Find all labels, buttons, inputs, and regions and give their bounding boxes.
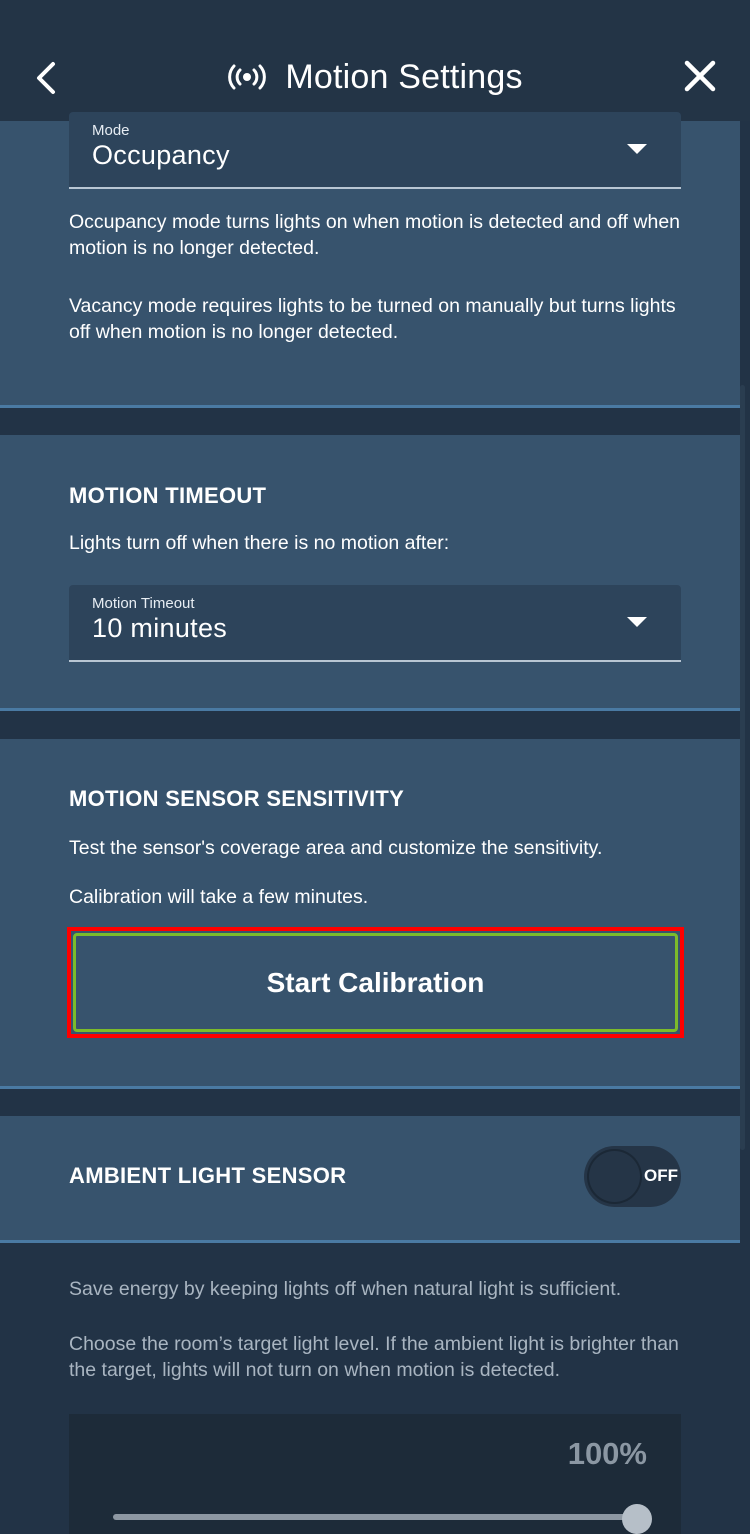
motion-timeout-value: 10 minutes	[92, 613, 228, 643]
title-group: Motion Settings	[0, 52, 750, 102]
ambient-light-description: Save energy by keeping lights off when n…	[69, 1278, 622, 1300]
caret-down-icon	[627, 617, 647, 627]
light-level-slider-track[interactable]	[113, 1514, 647, 1520]
target-level-description: Choose the room’s target light level. If…	[69, 1333, 679, 1381]
close-icon	[684, 60, 716, 92]
scrollbar[interactable]	[740, 385, 745, 1150]
page-title: Motion Settings	[285, 57, 523, 96]
caret-down-icon	[627, 144, 647, 154]
calibration-highlight: Start Calibration	[67, 927, 684, 1038]
toggle-knob	[587, 1149, 642, 1204]
sensitivity-heading: MOTION SENSOR SENSITIVITY	[69, 786, 405, 811]
mode-dropdown-label: Mode	[92, 122, 130, 139]
vacancy-description: Vacancy mode requires lights to be turne…	[69, 295, 676, 343]
close-button[interactable]	[678, 54, 722, 98]
light-level-slider-thumb[interactable]	[622, 1504, 652, 1534]
start-calibration-button[interactable]: Start Calibration	[73, 933, 678, 1032]
motion-timeout-heading: MOTION TIMEOUT	[69, 483, 267, 508]
mode-dropdown[interactable]: Mode Occupancy	[69, 112, 681, 189]
ambient-light-heading: AMBIENT LIGHT SENSOR	[69, 1163, 347, 1188]
motion-timeout-label: Motion Timeout	[92, 595, 195, 612]
sensitivity-description: Test the sensor's coverage area and cust…	[69, 837, 603, 859]
motion-timeout-dropdown[interactable]: Motion Timeout 10 minutes	[69, 585, 681, 662]
motion-sensor-icon	[228, 64, 267, 90]
ambient-light-toggle[interactable]: OFF	[584, 1146, 681, 1207]
light-level-panel: 100%	[69, 1414, 681, 1534]
toggle-state-label: OFF	[644, 1166, 678, 1185]
occupancy-description: Occupancy mode turns lights on when moti…	[69, 211, 681, 259]
motion-timeout-description: Lights turn off when there is no motion …	[69, 532, 450, 554]
app-header: Motion Settings	[0, 0, 750, 121]
motion-timeout-card	[0, 435, 740, 711]
calibration-note: Calibration will take a few minutes.	[69, 886, 369, 908]
light-level-value: 100%	[567, 1436, 647, 1471]
mode-dropdown-value: Occupancy	[92, 140, 230, 170]
